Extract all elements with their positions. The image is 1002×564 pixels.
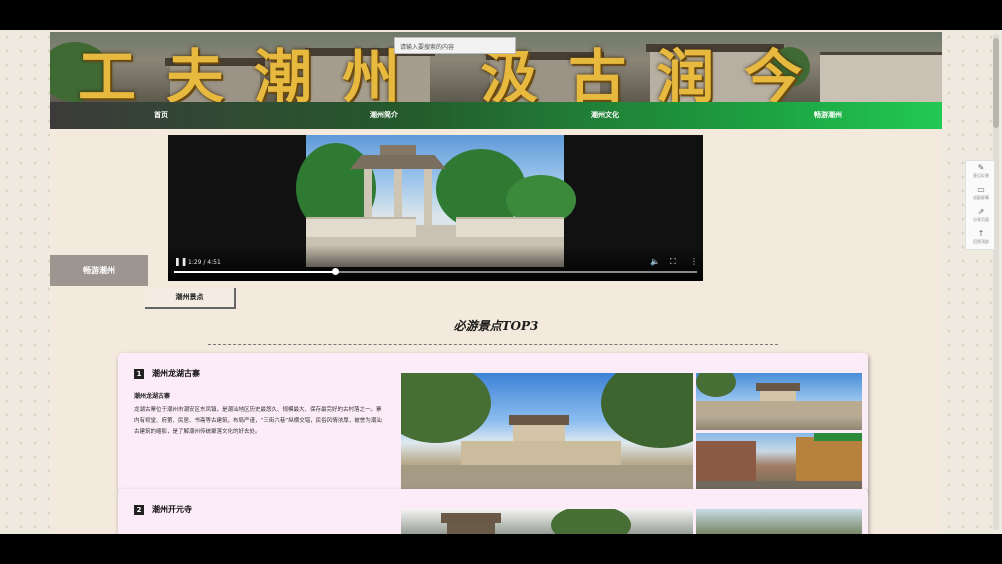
card-title: 1 潮州龙湖古寨 [134, 368, 200, 379]
video-time: 1:29 / 4:51 [188, 259, 221, 266]
attraction-card: 2 潮州开元寺 [118, 489, 868, 534]
fullscreen-icon[interactable]: ⛶ [670, 257, 676, 267]
tab-scenic-spots[interactable]: 潮州景点 [145, 288, 236, 309]
left-background-pattern [0, 30, 50, 534]
share-icon: ⇗ [977, 207, 985, 216]
attraction-photo-main [401, 373, 693, 493]
section-title: 必游景点TOP3 [453, 319, 539, 333]
rank-badge: 2 [134, 505, 144, 515]
card-title: 2 潮州开元寺 [134, 504, 192, 515]
page-content: 工夫潮州 汲古润今 请输入要搜索的内容 首页 潮州简介 潮州文化 畅游潮州 ❚❚… [50, 30, 942, 534]
attraction-photo-secondary [696, 509, 862, 534]
page-scrollbar[interactable] [993, 34, 999, 530]
back-to-top-button[interactable]: ↑ 回到顶部 [966, 229, 996, 251]
fit-screen-button[interactable]: ▭ 适配屏幕 [966, 185, 996, 207]
attraction-photo-secondary [696, 373, 862, 430]
scrollbar-thumb[interactable] [993, 38, 999, 128]
card-title-text: 潮州龙湖古寨 [152, 369, 200, 378]
monitor-icon: ▭ [977, 185, 985, 194]
search-input[interactable]: 请输入要搜索的内容 [394, 37, 516, 54]
video-progress-fill [174, 271, 335, 273]
section-divider [208, 344, 778, 345]
card-description: 龙湖古寨位于潮州市潮安区东凤镇，是潮汕地区历史最悠久、规模最大、保存最完好的古村… [134, 407, 382, 435]
attraction-photo-main [401, 509, 693, 534]
card-title-text: 潮州开元寺 [152, 505, 192, 514]
nav-item-culture[interactable]: 潮州文化 [591, 110, 619, 120]
pencil-icon: ✎ [977, 163, 985, 172]
pause-icon[interactable]: ❚❚ [174, 257, 187, 266]
rank-badge: 1 [134, 369, 144, 379]
video-controls: ❚❚ 1:29 / 4:51 🔈 ⛶ ⋮ [168, 245, 703, 281]
more-options-icon[interactable]: ⋮ [690, 257, 698, 266]
video-progress-bar[interactable] [174, 268, 697, 275]
nav-item-intro[interactable]: 潮州简介 [370, 110, 398, 120]
video-progress-handle[interactable] [331, 268, 339, 275]
feedback-button[interactable]: ✎ 意见反馈 [966, 163, 996, 185]
floating-toolbar: ✎ 意见反馈 ▭ 适配屏幕 ⇗ 分享页面 ↑ 回到顶部 [965, 160, 995, 250]
nav-item-travel[interactable]: 畅游潮州 [814, 110, 842, 120]
share-button[interactable]: ⇗ 分享页面 [966, 207, 996, 229]
header-banner: 工夫潮州 汲古润今 请输入要搜索的内容 [50, 32, 942, 102]
section-side-label: 畅游潮州 [50, 255, 148, 286]
nav-item-home[interactable]: 首页 [154, 110, 168, 120]
browser-viewport: 工夫潮州 汲古润今 请输入要搜索的内容 首页 潮州简介 潮州文化 畅游潮州 ❚❚… [0, 30, 1002, 534]
video-player[interactable]: ❚❚ 1:29 / 4:51 🔈 ⛶ ⋮ [168, 135, 703, 281]
main-nav: 首页 潮州简介 潮州文化 畅游潮州 [50, 102, 942, 129]
attraction-photo-street [696, 433, 862, 493]
attraction-card: 1 潮州龙湖古寨 潮州龙湖古寨 龙湖古寨位于潮州市潮安区东凤镇，是潮汕地区历史最悠… [118, 353, 868, 493]
arrow-up-icon: ↑ [977, 229, 985, 238]
volume-icon[interactable]: 🔈 [650, 257, 660, 266]
card-subtitle: 潮州龙湖古寨 [134, 393, 171, 400]
